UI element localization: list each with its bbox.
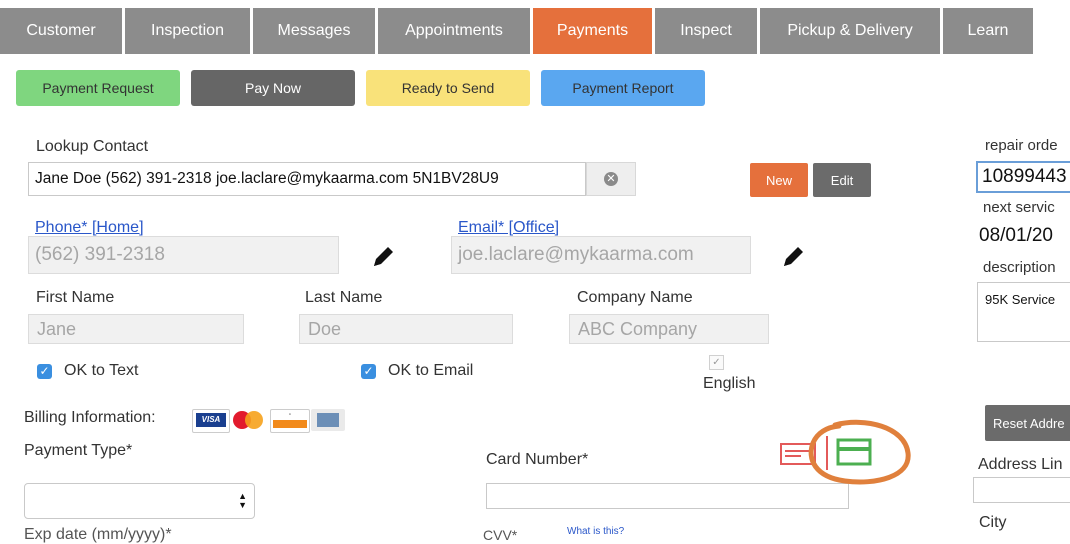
checkmark-icon: ✓: [712, 357, 721, 368]
tab-inspect[interactable]: Inspect: [655, 8, 757, 54]
exp-date-label: Exp date (mm/yyyy)*: [24, 526, 172, 543]
payment-request-button[interactable]: Payment Request: [16, 70, 180, 106]
email-field[interactable]: joe.laclare@mykaarma.com: [451, 236, 751, 274]
payment-type-select[interactable]: ▲ ▼: [24, 483, 255, 519]
company-name-label: Company Name: [577, 289, 693, 306]
last-name-field[interactable]: Doe: [299, 314, 513, 344]
tab-messages[interactable]: Messages: [253, 8, 375, 54]
select-arrows-icon: ▲ ▼: [238, 491, 247, 510]
what-is-this-link[interactable]: What is this?: [567, 526, 624, 537]
lookup-contact-label: Lookup Contact: [36, 138, 149, 155]
repair-order-label: repair orde: [985, 137, 1058, 154]
billing-information-label: Billing Information:: [24, 409, 156, 426]
pay-now-button[interactable]: Pay Now: [191, 70, 355, 106]
address-line-label: Address Lin: [978, 456, 1063, 473]
payment-report-button[interactable]: Payment Report: [541, 70, 705, 106]
first-name-field[interactable]: Jane: [28, 314, 244, 344]
next-service-value[interactable]: 08/01/20: [979, 225, 1053, 247]
repair-order-input[interactable]: 10899443: [976, 161, 1070, 193]
ready-to-send-button[interactable]: Ready to Send: [366, 70, 530, 106]
tab-appointments[interactable]: Appointments: [378, 8, 530, 54]
payment-type-label: Payment Type*: [24, 442, 133, 459]
pencil-icon[interactable]: [370, 242, 396, 270]
tab-inspection[interactable]: Inspection: [125, 8, 250, 54]
tab-customer[interactable]: Customer: [0, 8, 122, 54]
tab-pickup-delivery[interactable]: Pickup & Delivery: [760, 8, 940, 54]
cvv-label: CVV*: [483, 527, 518, 543]
ok-to-text-label: OK to Text: [64, 362, 139, 379]
pencil-icon[interactable]: [780, 242, 806, 270]
city-label: City: [979, 514, 1007, 531]
description-label: description: [983, 259, 1056, 276]
ok-to-text-checkbox[interactable]: ✓ OK to Text: [37, 362, 138, 380]
phone-label[interactable]: Phone* [Home]: [35, 219, 144, 237]
address-line-input[interactable]: [973, 477, 1070, 503]
checkmark-icon: ✓: [361, 363, 376, 379]
next-service-label: next servic: [983, 199, 1055, 216]
new-contact-button[interactable]: New: [750, 163, 808, 197]
edit-contact-button[interactable]: Edit: [813, 163, 871, 197]
clear-button[interactable]: ✕: [586, 162, 636, 196]
first-name-label: First Name: [36, 289, 115, 306]
clear-icon: ✕: [604, 172, 618, 186]
last-name-label: Last Name: [305, 289, 383, 306]
reset-address-button[interactable]: Reset Addre: [985, 405, 1070, 441]
company-name-field[interactable]: ABC Company: [569, 314, 769, 344]
checkmark-icon: ✓: [37, 363, 52, 379]
card-number-label: Card Number*: [486, 451, 589, 468]
description-textarea[interactable]: 95K Service: [977, 282, 1070, 342]
ok-to-email-label: OK to Email: [388, 362, 474, 379]
amex-icon: [311, 409, 345, 431]
visa-icon: VISA: [192, 409, 230, 433]
ok-to-email-checkbox[interactable]: ✓ OK to Email: [361, 362, 473, 380]
tab-learn[interactable]: Learn: [943, 8, 1033, 54]
mastercard-icon: [231, 409, 267, 431]
tab-payments[interactable]: Payments: [533, 8, 652, 54]
discover-icon: ▫: [270, 409, 310, 433]
annotation-circle: [808, 419, 911, 485]
lookup-contact-input[interactable]: Jane Doe (562) 391-2318 joe.laclare@myka…: [28, 162, 586, 196]
english-label: English: [703, 375, 756, 392]
phone-field[interactable]: (562) 391-2318: [28, 236, 339, 274]
card-number-input[interactable]: [486, 483, 849, 509]
email-label[interactable]: Email* [Office]: [458, 219, 559, 237]
english-checkbox[interactable]: ✓: [709, 355, 724, 370]
